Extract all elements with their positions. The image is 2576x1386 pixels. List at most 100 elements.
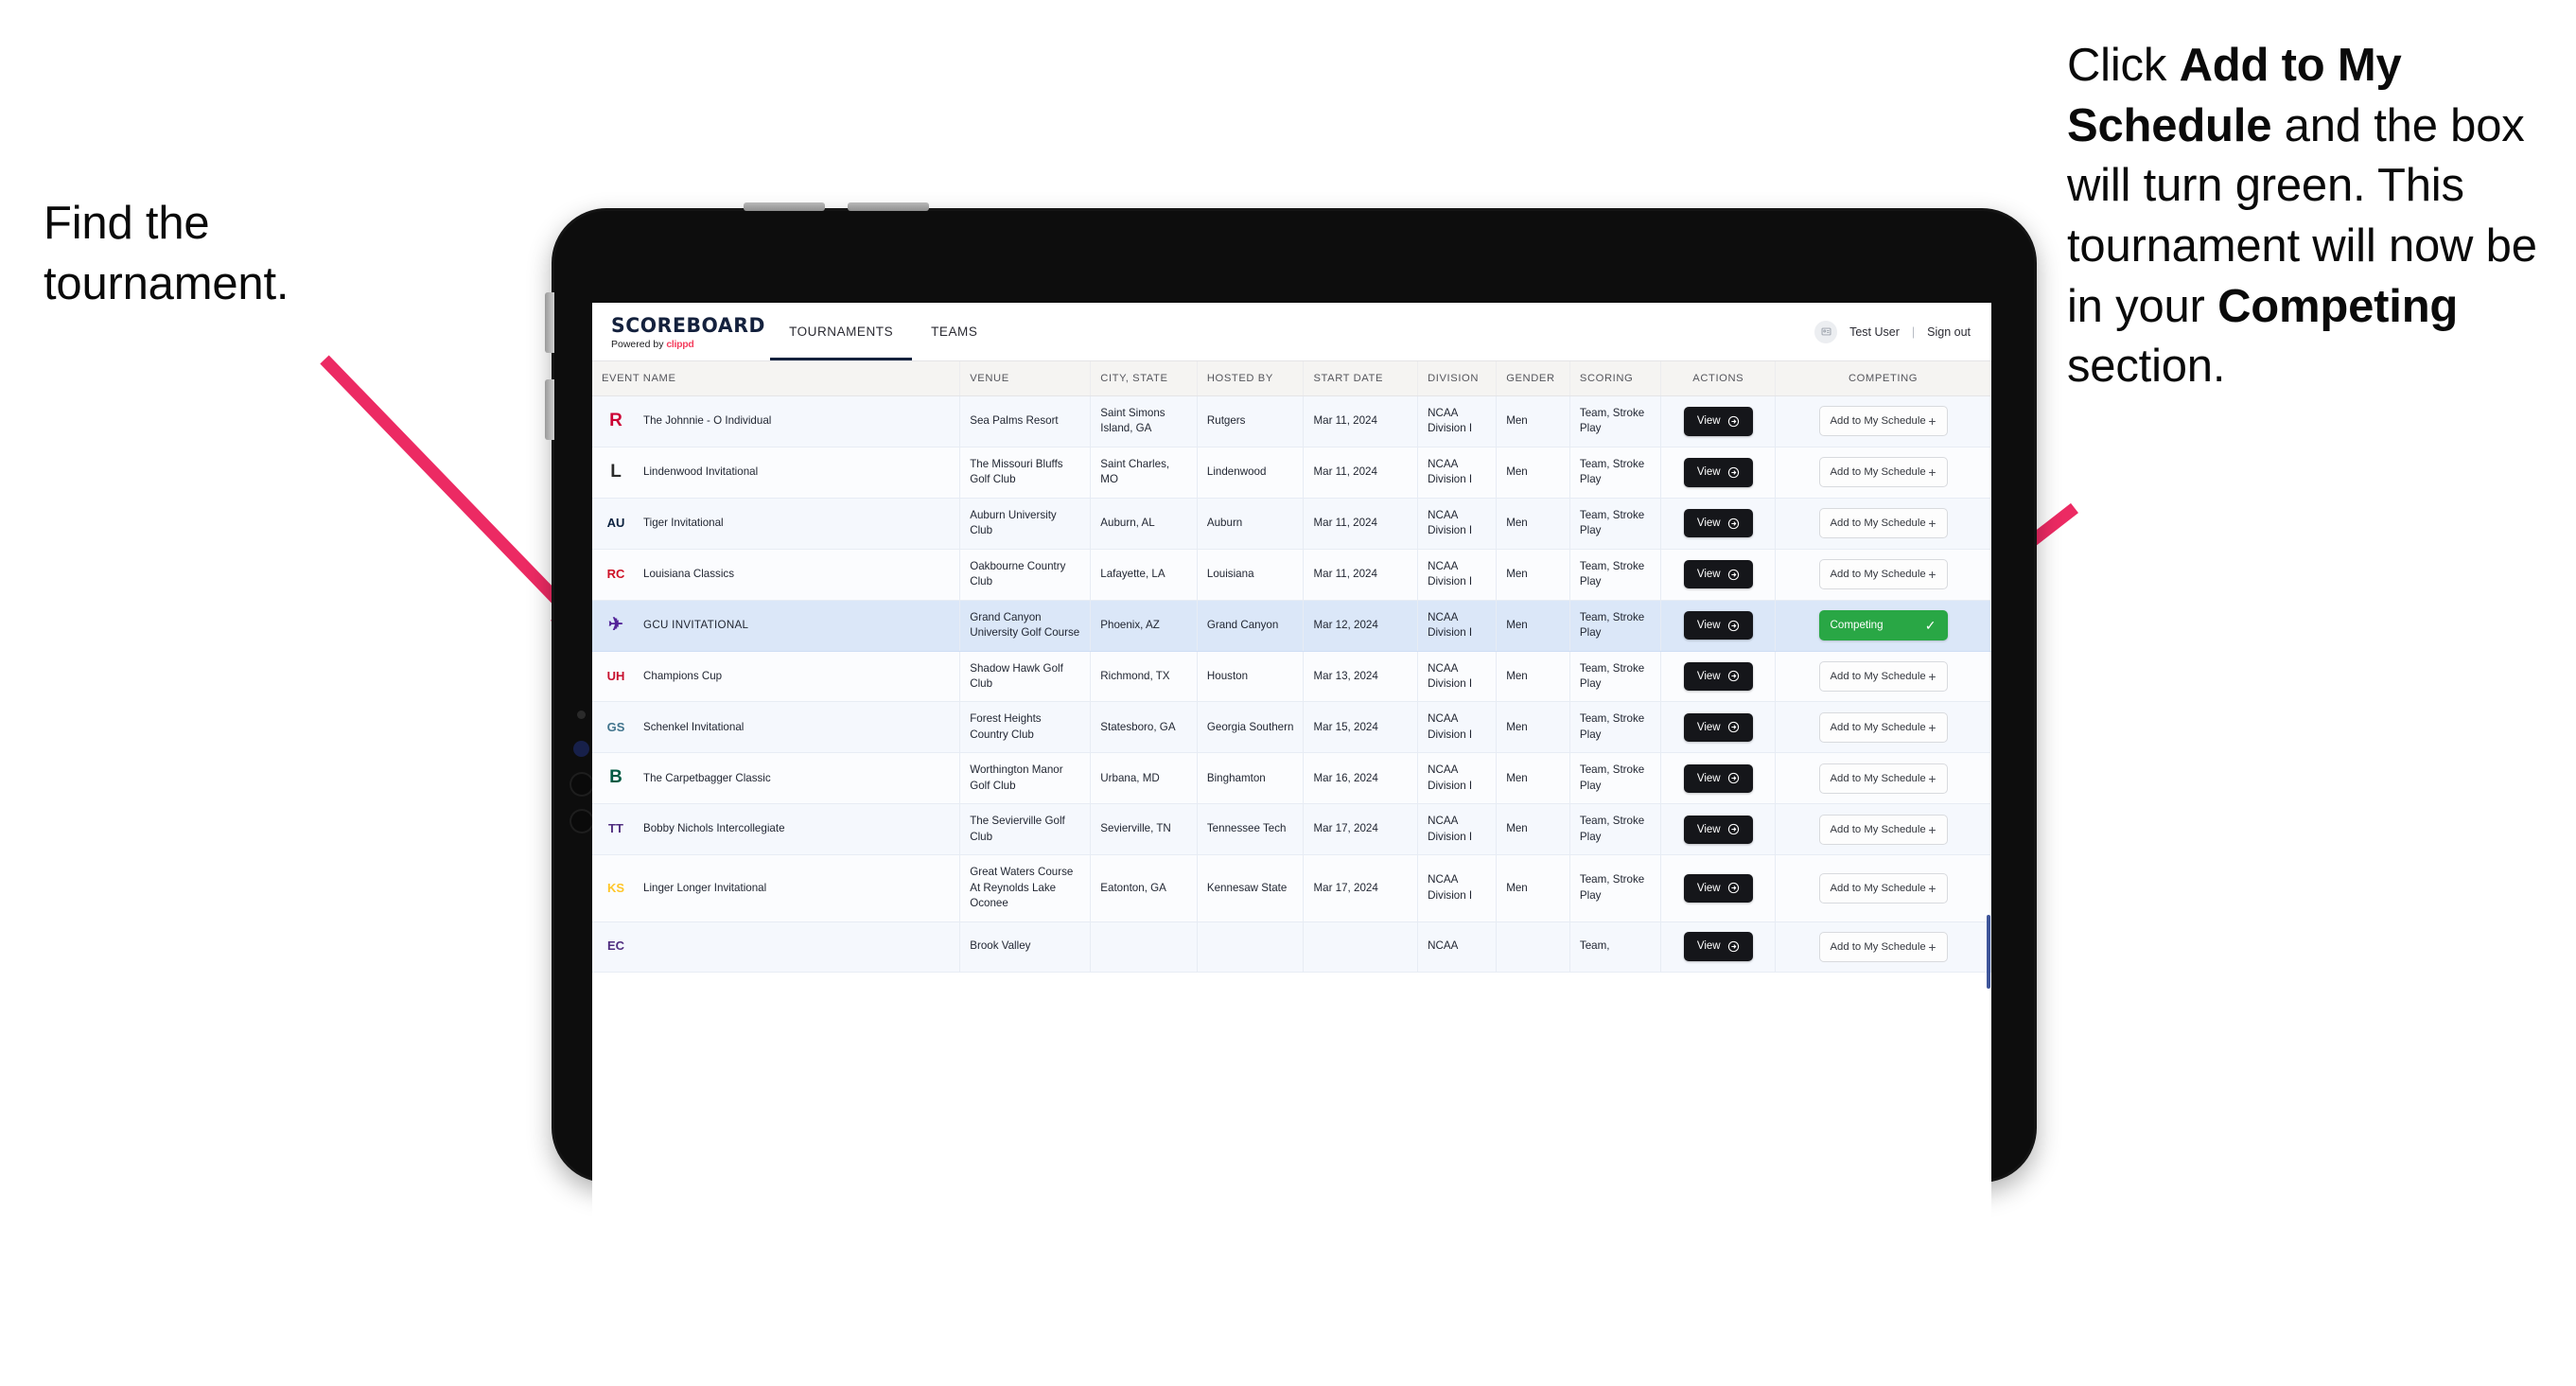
header-separator: | (1911, 325, 1916, 339)
side-button-lower[interactable] (545, 379, 554, 440)
cell-actions: View (1660, 600, 1777, 652)
view-button[interactable]: View (1683, 458, 1753, 487)
cell-hosted-by: Lindenwood (1197, 447, 1305, 499)
column-header-scoring[interactable]: SCORING (1569, 361, 1662, 396)
table-row[interactable]: KS Linger Longer Invitational Great Wate… (592, 854, 1991, 922)
column-header-event-name[interactable]: EVENT NAME (592, 361, 961, 396)
view-button[interactable]: View (1683, 610, 1753, 640)
cell-hosted-by (1197, 921, 1305, 973)
view-button[interactable]: View (1683, 763, 1753, 793)
tab-teams[interactable]: TEAMS (912, 303, 996, 360)
cell-venue: Oakbourne Country Club (959, 549, 1092, 601)
table-row[interactable]: R The Johnnie - O Individual Sea Palms R… (592, 395, 1991, 447)
table-row[interactable]: ✈ GCU INVITATIONAL Grand Canyon Universi… (592, 600, 1991, 652)
column-header-start-date[interactable]: START DATE (1303, 361, 1419, 396)
cell-division: NCAA (1417, 921, 1498, 973)
cell-city-state: Sevierville, TN (1090, 803, 1198, 856)
add-to-my-schedule-button[interactable]: Add to My Schedule + (1818, 508, 1948, 539)
cell-actions: View (1660, 803, 1777, 856)
sign-out-link[interactable]: Sign out (1927, 325, 1971, 339)
column-header-actions[interactable]: ACTIONS (1660, 361, 1777, 396)
volume-up-button[interactable] (744, 202, 825, 211)
brand-logo[interactable]: SCOREBOARD Powered by clippd (592, 303, 770, 360)
cell-competing: Add to My Schedule + (1775, 854, 1991, 922)
add-to-my-schedule-button[interactable]: Add to My Schedule + (1818, 814, 1948, 845)
view-button[interactable]: View (1683, 932, 1753, 961)
view-button[interactable]: View (1683, 509, 1753, 538)
volume-down-button[interactable] (848, 202, 929, 211)
view-button[interactable]: View (1683, 407, 1753, 436)
arrow-circle-icon (1727, 721, 1740, 733)
cell-competing: Add to My Schedule + (1775, 752, 1991, 805)
view-button[interactable]: View (1683, 712, 1753, 743)
view-button[interactable]: View (1683, 560, 1753, 589)
table-row[interactable]: EC Brook Valley NCAA Team, View Add to M… (592, 921, 1991, 973)
tab-tournaments-label: TOURNAMENTS (789, 325, 894, 339)
cell-actions: View (1660, 701, 1777, 754)
tab-tournaments[interactable]: TOURNAMENTS (770, 303, 913, 360)
cell-start-date: Mar 12, 2024 (1303, 600, 1419, 652)
cell-actions: View (1660, 395, 1777, 447)
add-to-my-schedule-button[interactable]: Add to My Schedule + (1818, 763, 1948, 794)
table-row[interactable]: L Lindenwood Invitational The Missouri B… (592, 447, 1991, 499)
cell-division: NCAA Division I (1417, 600, 1498, 652)
competing-button[interactable]: Competing ✓ (1818, 609, 1948, 641)
annotation-left-line1: Find the (44, 198, 210, 249)
cell-competing: Add to My Schedule + (1775, 549, 1991, 601)
cell-actions: View (1660, 498, 1777, 550)
cell-start-date: Mar 11, 2024 (1303, 447, 1419, 499)
vertical-scrollbar[interactable] (1987, 915, 1990, 989)
cell-gender: Men (1496, 447, 1570, 499)
column-header-division[interactable]: DIVISION (1417, 361, 1498, 396)
view-button[interactable]: View (1683, 661, 1753, 692)
cell-scoring: Team, Stroke Play (1569, 752, 1662, 805)
houston-logo: UH (606, 668, 625, 683)
add-to-my-schedule-button[interactable]: Add to My Schedule + (1818, 872, 1948, 904)
table-row[interactable]: TT Bobby Nichols Intercollegiate The Sev… (592, 803, 1991, 856)
tennessee-tech-logo: TT (608, 821, 623, 836)
cell-competing: Add to My Schedule + (1775, 921, 1991, 973)
cell-venue: Forest Heights Country Club (959, 701, 1092, 754)
cell-actions: View (1660, 447, 1777, 499)
view-label: View (1696, 415, 1721, 428)
view-label: View (1696, 882, 1721, 894)
check-icon: ✓ (1924, 618, 1936, 634)
cell-venue: The Sevierville Golf Club (959, 803, 1092, 856)
column-header-gender[interactable]: GENDER (1496, 361, 1570, 396)
table-row[interactable]: UH Champions Cup Shadow Hawk Golf Club R… (592, 651, 1991, 703)
event-name-label: Schenkel Invitational (643, 720, 745, 733)
table-header-row: EVENT NAME VENUE CITY, STATE HOSTED BY S… (592, 361, 1991, 396)
annotation-left-line2: tournament. (44, 257, 289, 309)
column-header-hosted-by[interactable]: HOSTED BY (1197, 361, 1305, 396)
lindenwood-logo: L (610, 461, 622, 482)
column-header-city-state[interactable]: CITY, STATE (1090, 361, 1198, 396)
view-label: View (1696, 823, 1721, 835)
add-to-my-schedule-button[interactable]: Add to My Schedule + (1818, 660, 1948, 692)
side-button-upper[interactable] (545, 292, 554, 353)
cell-hosted-by: Louisiana (1197, 549, 1305, 601)
cell-hosted-by: Auburn (1197, 498, 1305, 550)
view-button[interactable]: View (1683, 815, 1753, 844)
table-row[interactable]: AU Tiger Invitational Auburn University … (592, 498, 1991, 550)
column-header-venue[interactable]: VENUE (959, 361, 1092, 396)
cell-city-state: Saint Simons Island, GA (1090, 395, 1198, 447)
annotation-left: Find the tournament. (44, 194, 460, 314)
user-card-icon[interactable] (1814, 320, 1838, 343)
plus-icon: + (1928, 719, 1936, 735)
add-to-my-schedule-button[interactable]: Add to My Schedule + (1818, 931, 1948, 962)
table-row[interactable]: RC Louisiana Classics Oakbourne Country … (592, 549, 1991, 601)
table-row[interactable]: B The Carpetbagger Classic Worthington M… (592, 752, 1991, 805)
view-button[interactable]: View (1683, 873, 1753, 903)
add-to-my-schedule-button[interactable]: Add to My Schedule + (1818, 711, 1948, 743)
add-to-my-schedule-button[interactable]: Add to My Schedule + (1818, 457, 1948, 488)
cell-event-name: RC Louisiana Classics (592, 549, 961, 601)
add-to-my-schedule-button[interactable]: Add to My Schedule + (1818, 559, 1948, 590)
plus-icon: + (1928, 465, 1936, 481)
cell-actions: View (1660, 854, 1777, 922)
table-row[interactable]: GS Schenkel Invitational Forest Heights … (592, 701, 1991, 754)
username-label[interactable]: Test User (1849, 325, 1900, 339)
louisiana-logo: RC (606, 566, 625, 581)
column-header-competing[interactable]: COMPETING (1775, 361, 1991, 396)
add-to-my-schedule-button[interactable]: Add to My Schedule + (1818, 406, 1948, 437)
row-clip-mask (592, 1269, 1991, 1272)
